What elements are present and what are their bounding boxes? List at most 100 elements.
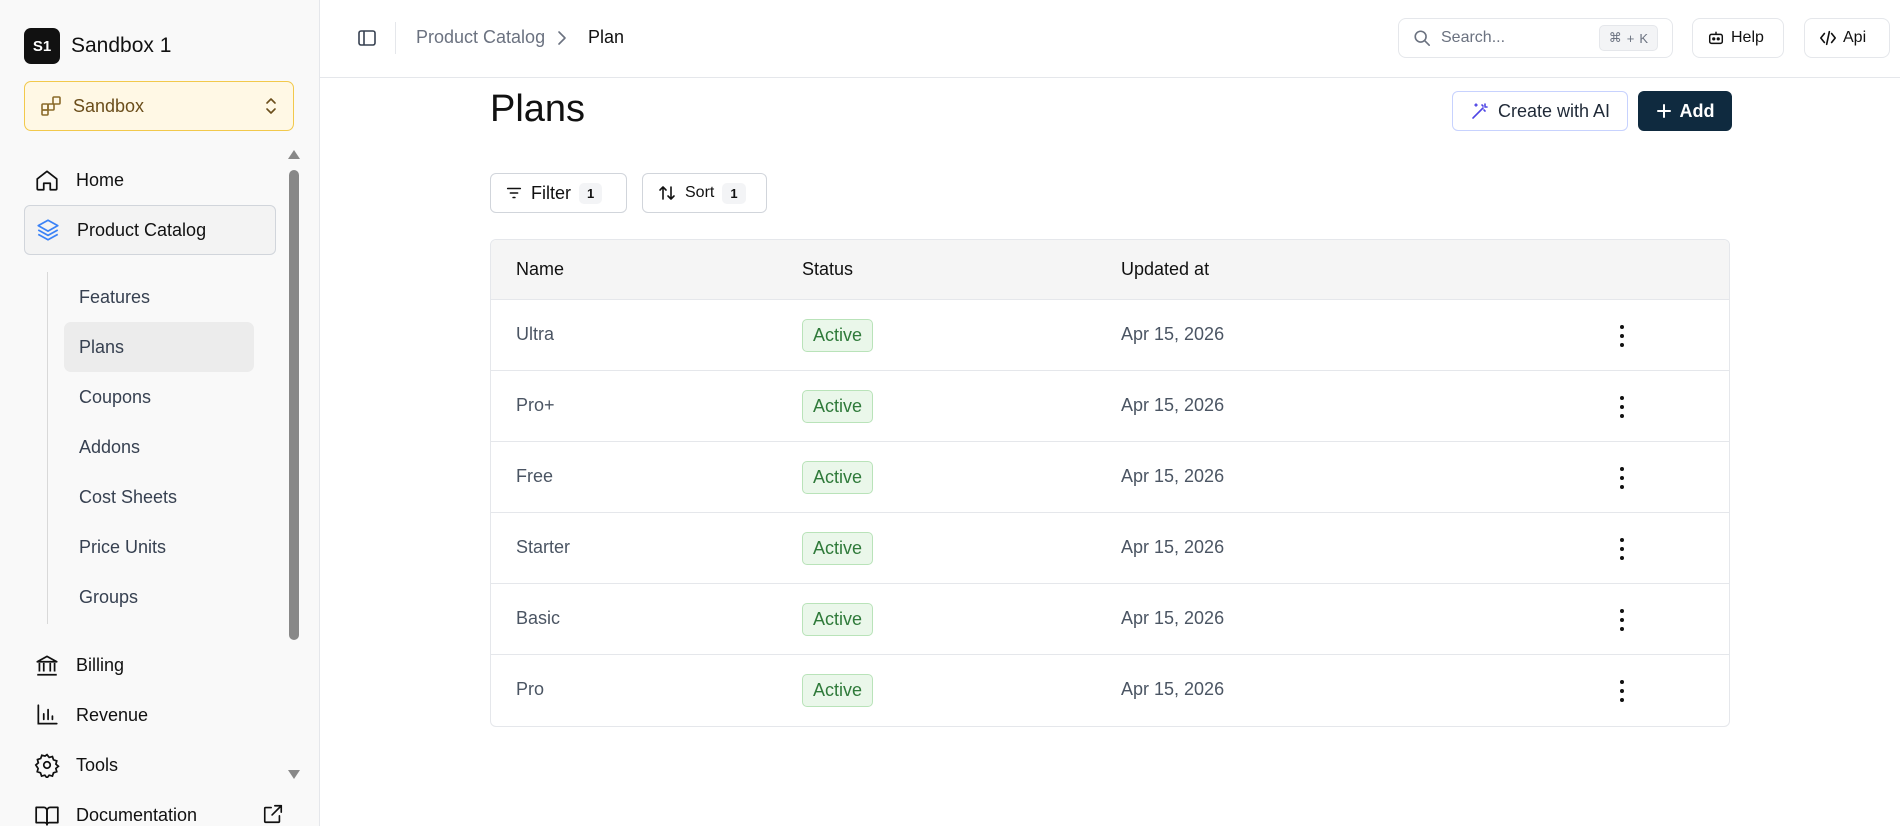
plan-name: Starter <box>516 537 571 557</box>
create-with-ai-label: Create with AI <box>1497 100 1611 121</box>
search-input[interactable]: Search... ⌘ + K <box>1398 18 1673 58</box>
environment-select[interactable]: Sandbox <box>24 81 294 131</box>
table-row[interactable]: Pro Active Apr 15, 2026 <box>491 655 1729 726</box>
filter-icon <box>506 187 522 199</box>
sidebar-item-tools[interactable]: Tools <box>24 740 276 790</box>
app-window: S1 Sandbox 1 Sandbox Home Product Catalo… <box>0 0 1900 826</box>
sidebar-item-documentation[interactable]: Documentation <box>24 790 276 826</box>
more-vertical-icon[interactable] <box>1617 680 1627 702</box>
plan-name: Ultra <box>516 324 555 344</box>
magic-wand-icon <box>1472 103 1488 119</box>
breadcrumb-product-catalog[interactable]: Product Catalog <box>416 27 545 48</box>
plus-icon <box>1656 104 1671 118</box>
home-icon <box>34 167 60 193</box>
sidebar-scrollbar[interactable] <box>289 170 299 640</box>
sidebar-subitem-price-units[interactable]: Price Units <box>64 522 254 572</box>
updated-date: Apr 15, 2026 <box>1121 679 1225 699</box>
more-vertical-icon[interactable] <box>1617 538 1627 560</box>
sort-label: Sort <box>685 184 715 201</box>
sidebar-item-label: Revenue <box>76 704 149 725</box>
search-placeholder: Search... <box>1441 29 1506 46</box>
sidebar: S1 Sandbox 1 Sandbox Home Product Catalo… <box>0 0 320 826</box>
search-icon <box>1414 30 1431 47</box>
plan-name: Free <box>516 466 554 486</box>
filter-count-badge: 1 <box>579 182 603 204</box>
updated-date: Apr 15, 2026 <box>1121 466 1225 486</box>
filter-button[interactable]: Filter 1 <box>490 173 627 213</box>
workspace-name: Sandbox 1 <box>71 34 172 57</box>
gear-icon <box>34 752 60 778</box>
sidebar-item-label: Home <box>76 169 125 190</box>
table-row[interactable]: Free Active Apr 15, 2026 <box>491 442 1729 513</box>
help-label: Help <box>1731 29 1764 46</box>
sort-button[interactable]: Sort 1 <box>642 173 767 213</box>
bar-chart-icon <box>34 702 60 728</box>
status-badge: Active <box>802 674 874 707</box>
external-link-icon[interactable] <box>262 803 284 825</box>
help-button[interactable]: Help <box>1692 18 1784 58</box>
more-vertical-icon[interactable] <box>1617 396 1627 418</box>
main-content: Product Catalog Plan Search... ⌘ + K Hel… <box>320 0 1900 826</box>
status-badge: Active <box>802 603 874 636</box>
status-badge: Active <box>802 319 874 352</box>
sidebar-subitem-addons[interactable]: Addons <box>64 422 254 472</box>
more-vertical-icon[interactable] <box>1617 325 1627 347</box>
sort-icon <box>659 186 675 200</box>
environment-label: Sandbox <box>73 95 145 116</box>
plan-name: Basic <box>516 608 561 628</box>
submenu-guide-line <box>47 272 48 624</box>
column-header-updated-at[interactable]: Updated at <box>1121 259 1209 280</box>
layers-icon <box>35 217 61 243</box>
updated-date: Apr 15, 2026 <box>1121 608 1225 628</box>
sidebar-subitem-plans[interactable]: Plans <box>64 322 254 372</box>
sidebar-subitem-groups[interactable]: Groups <box>64 572 254 622</box>
sidebar-subitem-coupons[interactable]: Coupons <box>64 372 254 422</box>
book-icon <box>34 802 60 826</box>
shortcut-key-command: ⌘ <box>1608 30 1622 45</box>
add-plan-button[interactable]: Add <box>1638 91 1732 131</box>
status-badge: Active <box>802 461 874 494</box>
search-shortcut: ⌘ + K <box>1598 25 1658 51</box>
sidebar-item-home[interactable]: Home <box>24 155 276 205</box>
more-vertical-icon[interactable] <box>1617 467 1627 489</box>
scroll-down-arrow[interactable] <box>288 770 300 779</box>
sidebar-toggle-icon[interactable] <box>357 28 377 48</box>
sidebar-item-label: Tools <box>76 754 119 775</box>
table-row[interactable]: Ultra Active Apr 15, 2026 <box>491 300 1729 371</box>
column-header-name[interactable]: Name <box>516 259 564 280</box>
bank-icon <box>34 652 60 678</box>
add-label: Add <box>1679 100 1715 121</box>
create-with-ai-button[interactable]: Create with AI <box>1452 91 1628 131</box>
api-button[interactable]: Api <box>1804 18 1890 58</box>
chevron-up-down-icon <box>266 98 276 114</box>
api-label: Api <box>1843 29 1867 46</box>
blocks-icon <box>41 96 61 116</box>
more-vertical-icon[interactable] <box>1617 609 1627 631</box>
table-header: Name Status Updated at <box>491 240 1729 300</box>
table-row[interactable]: Pro+ Active Apr 15, 2026 <box>491 371 1729 442</box>
shortcut-plus: + <box>1626 30 1635 46</box>
sidebar-item-label: Product Catalog <box>77 219 207 240</box>
sidebar-item-revenue[interactable]: Revenue <box>24 690 276 740</box>
table-row[interactable]: Starter Active Apr 15, 2026 <box>491 513 1729 584</box>
shortcut-key-k: K <box>1639 30 1648 46</box>
sidebar-item-product-catalog[interactable]: Product Catalog <box>24 205 276 255</box>
updated-date: Apr 15, 2026 <box>1121 324 1225 344</box>
sidebar-item-billing[interactable]: Billing <box>24 640 276 690</box>
workspace-logo: S1 <box>24 28 60 64</box>
sort-count-badge: 1 <box>722 182 746 204</box>
plan-name: Pro+ <box>516 395 555 415</box>
sidebar-subitem-features[interactable]: Features <box>64 272 254 322</box>
column-header-status[interactable]: Status <box>802 259 853 280</box>
table-row[interactable]: Basic Active Apr 15, 2026 <box>491 584 1729 655</box>
bot-icon <box>1708 31 1724 45</box>
breadcrumb-current: Plan <box>588 27 625 47</box>
page-title: Plans <box>490 88 586 130</box>
sidebar-item-label: Documentation <box>76 804 198 825</box>
plan-name: Pro <box>516 679 545 699</box>
scroll-up-arrow[interactable] <box>288 150 300 159</box>
code-icon <box>1819 30 1837 46</box>
status-badge: Active <box>802 532 874 565</box>
workspace-switcher[interactable]: S1 Sandbox 1 <box>24 28 171 64</box>
sidebar-subitem-cost-sheets[interactable]: Cost Sheets <box>64 472 254 522</box>
